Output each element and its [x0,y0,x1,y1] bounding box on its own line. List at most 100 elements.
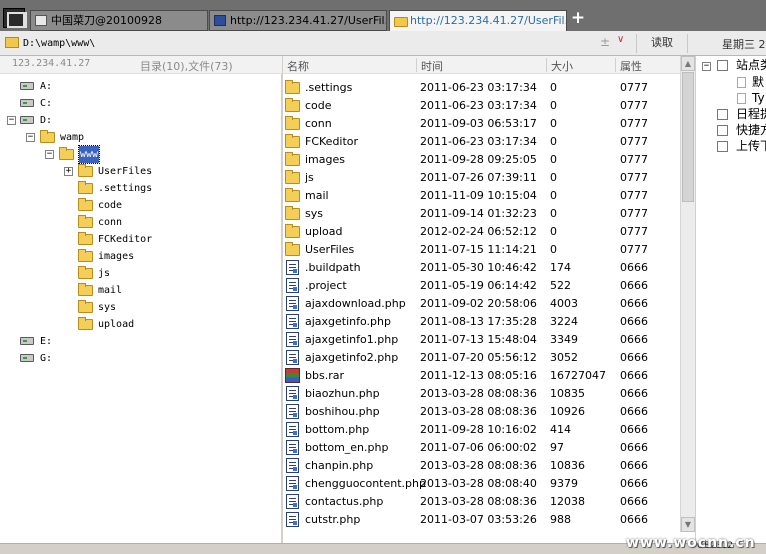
tree-node[interactable]: sys [0,299,270,316]
tree-node[interactable]: + UserFiles [0,163,270,180]
file-attr: 0777 [620,117,648,130]
file-row[interactable]: biaozhun.php 2013-03-28 08:08:36 10835 0666 [283,385,680,403]
tree-node[interactable]: images [0,248,270,265]
file-row[interactable]: bbs.rar 2011-12-13 08:05:16 16727047 0666 [283,367,680,385]
tree-node[interactable]: upload [0,316,270,333]
collapse-icon[interactable]: − [26,133,35,142]
file-row[interactable]: ajaxgetinfo1.php 2011-07-13 15:48:04 3349 0… [283,331,680,349]
tree-node[interactable]: code [0,197,270,214]
scroll-up-icon[interactable]: ▲ [681,56,695,71]
scroll-thumb[interactable] [682,72,694,202]
path-input[interactable] [23,35,635,52]
file-row[interactable]: sys 2011-09-14 01:32:23 0 0777 [283,205,680,223]
tree-node-label[interactable]: js [98,265,110,282]
expand-icon[interactable]: + [64,167,73,176]
side-item-type[interactable]: Ty [752,90,765,106]
window-icon [35,15,47,26]
file-row[interactable]: UserFiles 2011-07-15 11:14:21 0 0777 [283,241,680,259]
tree-node[interactable]: js [0,265,270,282]
chevron-down-icon[interactable]: ∨ [617,34,624,45]
collapse-icon[interactable]: − [702,62,711,71]
tab-label: http://123.234.41.27/UserFil... [410,14,567,27]
file-row[interactable]: bottom.php 2011-09-28 10:16:02 414 0666 [283,421,680,439]
tree-node-label[interactable]: wamp [60,129,84,146]
column-time[interactable]: 时间 [421,58,443,74]
tab-remote-2-active[interactable]: http://123.234.41.27/UserFil... [389,10,567,31]
file-row[interactable]: code 2011-06-23 03:17:34 0 0777 [283,97,680,115]
file-row[interactable]: upload 2012-02-24 06:52:12 0 0777 [283,223,680,241]
tree-node[interactable]: − wamp [0,129,270,146]
tree-node[interactable]: E: [0,333,270,350]
column-name[interactable]: 名称 [287,58,309,74]
tree-node-label[interactable]: UserFiles [98,163,152,180]
file-attr: 0666 [620,495,648,508]
file-row[interactable]: bottom_en.php 2011-07-06 06:00:02 97 0666 [283,439,680,457]
folder-icon [59,147,74,160]
column-attr[interactable]: 属性 [620,58,642,74]
collapse-icon[interactable]: − [7,116,16,125]
file-row[interactable]: chanpin.php 2013-03-28 08:08:36 10836 0666 [283,457,680,475]
file-row[interactable]: js 2011-07-26 07:39:11 0 0777 [283,169,680,187]
file-row[interactable]: ajaxgetinfo2.php 2011-07-20 05:56:12 3052 0… [283,349,680,367]
side-item-schedule[interactable]: 日程提 [736,106,766,122]
file-row[interactable]: boshihou.php 2013-03-28 08:08:36 10926 0666 [283,403,680,421]
scroll-down-icon[interactable]: ▼ [681,517,695,532]
tree-node[interactable]: − www [0,145,270,164]
tree-node-label[interactable]: mail [98,282,122,299]
file-row[interactable]: ajaxdownload.php 2011-09-02 20:58:06 4003 0… [283,295,680,313]
tree-node-label[interactable]: FCKeditor [98,231,152,248]
file-attr: 0777 [620,135,648,148]
file-row[interactable]: chengguocontent.php 2013-03-28 08:08:40 93… [283,475,680,493]
tree-node[interactable]: mail [0,282,270,299]
column-size[interactable]: 大小 [551,58,573,74]
file-row[interactable]: conn 2011-09-03 06:53:17 0 0777 [283,115,680,133]
tree-node-label[interactable]: A: [40,78,52,95]
collapse-icon[interactable]: − [45,150,54,159]
file-row[interactable]: ajaxgetinfo.php 2011-08-13 17:35:28 3224 06… [283,313,680,331]
tree-node[interactable]: C: [0,95,270,112]
tree-node[interactable]: − D: [0,112,270,129]
folder-icon [285,170,300,184]
tab-caidao[interactable]: 中国菜刀@20100928 [30,10,208,31]
file-row[interactable]: contactus.php 2013-03-28 08:08:36 12038 066… [283,493,680,511]
side-item-sites[interactable]: 站点类 [736,57,766,73]
tree-node[interactable]: .settings [0,180,270,197]
side-item-default[interactable]: 默 [752,74,764,90]
tree-node-label[interactable]: images [98,248,134,265]
tree-node[interactable]: FCKeditor [0,231,270,248]
read-button[interactable]: 读取 [636,34,688,53]
tree-node-label[interactable]: G: [40,350,52,367]
tree-node-label[interactable]: www [77,145,101,164]
tree-node[interactable]: G: [0,350,270,367]
file-row[interactable]: images 2011-09-28 09:25:05 0 0777 [283,151,680,169]
file-time: 2013-03-28 08:08:40 [420,477,537,490]
file-size: 0 [550,225,557,238]
file-name: code [305,99,332,112]
tree-node-label[interactable]: sys [98,299,116,316]
file-row[interactable]: .buildpath 2011-05-30 10:46:42 174 0666 [283,259,680,277]
file-time: 2013-03-28 08:08:36 [420,405,537,418]
file-list-scrollbar[interactable]: ▲ ▼ [680,56,695,532]
tree-node-label[interactable]: E: [40,333,52,350]
file-row[interactable]: mail 2011-11-09 10:15:04 0 0777 [283,187,680,205]
tree-node-label[interactable]: code [98,197,122,214]
new-tab-button[interactable]: + [570,10,586,27]
tree-node[interactable]: conn [0,214,270,231]
side-item-shortcuts[interactable]: 快捷方 [736,122,766,138]
folder-icon [78,249,93,262]
tab-remote-1[interactable]: http://123.234.41.27/UserFil... [209,10,387,31]
file-row[interactable]: .project 2011-05-19 06:14:42 522 0666 [283,277,680,295]
tree-node-label[interactable]: C: [40,95,52,112]
tree-node-label[interactable]: upload [98,316,134,333]
tree-node-label[interactable]: conn [98,214,122,231]
side-item-transfers[interactable]: 上传下 [736,138,766,154]
file-row[interactable]: cutstr.php 2011-03-07 03:53:26 988 0666 [283,511,680,529]
tree-node[interactable]: A: [0,78,270,95]
file-attr: 0777 [620,243,648,256]
tree-node-label[interactable]: D: [40,112,52,129]
tree-node-label[interactable]: .settings [98,180,152,197]
file-row[interactable]: .settings 2011-06-23 03:17:34 0 0777 [283,79,680,97]
path-history-button[interactable]: ± [600,35,610,49]
file-row[interactable]: FCKeditor 2011-06-23 03:17:34 0 0777 [283,133,680,151]
app-menu-icon[interactable] [3,8,27,28]
